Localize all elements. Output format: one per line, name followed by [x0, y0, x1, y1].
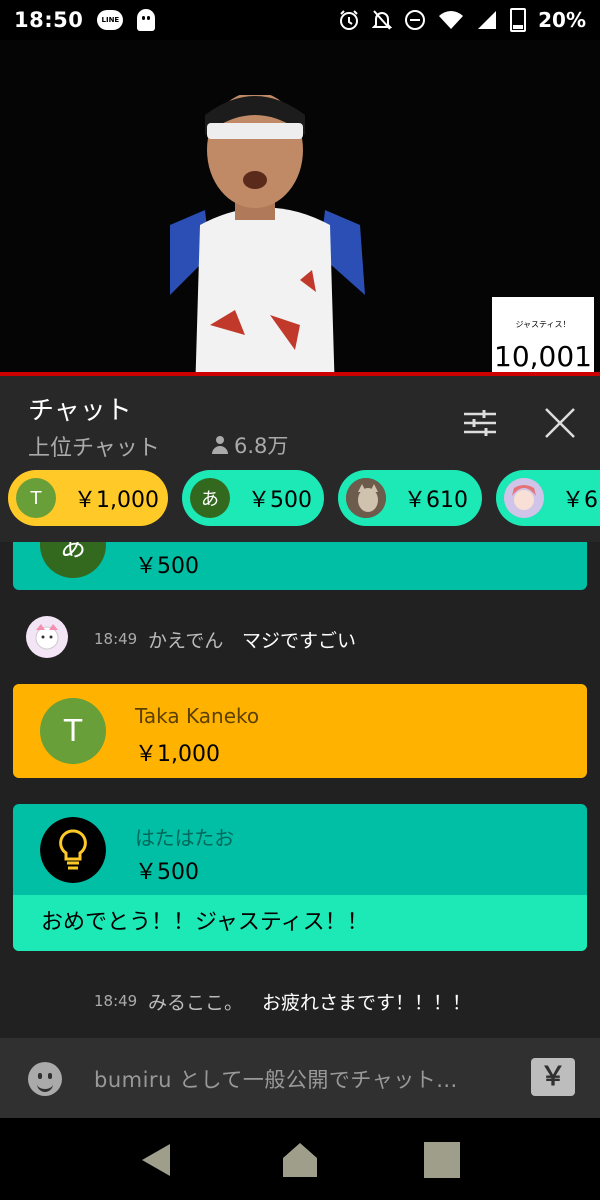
message-author[interactable]: かえでん [148, 626, 223, 653]
message-text: マジですごい [242, 630, 357, 652]
ticker-pill[interactable]: あ ￥500 [182, 470, 324, 526]
chat-feed[interactable]: あ ￥500 18:49 かえでん マジですごい T Taka Kaneko ￥… [0, 542, 600, 1038]
battery-icon [510, 8, 527, 32]
chat-header: チャット 上位チャット 6.8万 [0, 376, 600, 462]
super-chat-yen-icon[interactable]: ￥ [531, 1058, 575, 1096]
chat-input[interactable]: bumiru として一般公開でチャット... [94, 1064, 458, 1094]
chat-title: チャット [28, 396, 132, 426]
ticker-pill[interactable]: T ￥1,000 [8, 470, 168, 526]
message-time: 18:49 [94, 992, 138, 1010]
battery-percent: 20% [538, 8, 586, 32]
wifi-icon [439, 11, 464, 29]
cell-signal-icon [478, 11, 497, 29]
alarm-icon [340, 10, 359, 30]
message-author[interactable]: みるここ。 [148, 988, 243, 1015]
back-icon[interactable] [136, 1140, 176, 1180]
do-not-disturb-icon [405, 10, 426, 30]
super-chat-amount: ￥1,000 [135, 742, 220, 767]
super-chat-amount: ￥500 [135, 554, 199, 579]
close-icon[interactable] [543, 406, 577, 440]
super-chat-card[interactable]: はたはたお ￥500 おめでとう！！ジャスティス！！ [13, 804, 587, 951]
message-time: 18:49 [94, 630, 138, 648]
donation-counter: ジャスティス！ 10,001 [492, 297, 594, 374]
person-icon [212, 436, 228, 454]
video-player[interactable]: ジャスティス！ 10,001 [0, 40, 600, 374]
avatar [26, 616, 68, 658]
super-chat-ticker: T ￥1,000 あ ￥500 ￥610 ￥61 [0, 462, 600, 542]
super-chat-message: おめでとう！！ジャスティス！！ [13, 895, 587, 951]
ticker-pill[interactable]: ￥61 [496, 470, 600, 526]
chat-input-bar: bumiru として一般公開でチャット... ￥ [0, 1038, 600, 1118]
viewer-count: 6.8万 [212, 430, 288, 460]
system-nav-bar [0, 1118, 600, 1200]
avatar: T [16, 478, 56, 518]
super-chat-author[interactable]: Taka Kaneko [135, 704, 259, 728]
chat-message[interactable]: 18:49 みるここ。 お疲れさまです！！！！ [0, 980, 600, 1020]
ticker-amount: ￥610 [404, 488, 468, 513]
notifications-off-icon [372, 10, 393, 30]
lightbulb-avatar-icon [40, 817, 106, 883]
chat-message[interactable]: 18:49 かえでん マジですごい [0, 616, 600, 658]
ghost-app-icon [137, 9, 156, 31]
avatar [346, 478, 386, 518]
ticker-pill[interactable]: ￥610 [338, 470, 482, 526]
message-text: お疲れさまです！！！！ [262, 992, 472, 1014]
anime-avatar-icon [504, 478, 544, 518]
avatar [504, 478, 544, 518]
ticker-amount: ￥500 [248, 488, 312, 513]
recent-apps-icon[interactable] [422, 1140, 462, 1180]
ticker-amount: ￥61 [562, 488, 600, 513]
ticker-amount: ￥1,000 [74, 488, 159, 513]
super-chat-amount: ￥500 [135, 860, 199, 885]
filter-settings-icon[interactable] [464, 410, 496, 436]
streamer-figure [170, 95, 365, 374]
clock: 18:50 [14, 8, 84, 32]
super-chat-author[interactable]: はたはたお [135, 822, 234, 851]
status-bar: 18:50 LINE 20% [0, 0, 600, 40]
home-icon[interactable] [280, 1140, 320, 1180]
counter-title: ジャスティス！ [515, 320, 571, 329]
line-app-icon: LINE [97, 10, 124, 30]
cat-photo-icon [346, 478, 386, 518]
avatar: あ [190, 478, 230, 518]
avatar: T [40, 698, 106, 764]
emoji-icon[interactable] [28, 1062, 62, 1096]
chat-mode-selector[interactable]: 上位チャット [28, 430, 160, 462]
super-chat-card[interactable]: あ ￥500 [13, 542, 587, 590]
super-chat-card-header: はたはたお ￥500 [13, 804, 587, 895]
avatar: あ [40, 542, 106, 578]
viewer-count-value: 6.8万 [234, 434, 289, 458]
super-chat-card[interactable]: T Taka Kaneko ￥1,000 [13, 684, 587, 778]
counter-value: 10,001 [494, 340, 592, 373]
